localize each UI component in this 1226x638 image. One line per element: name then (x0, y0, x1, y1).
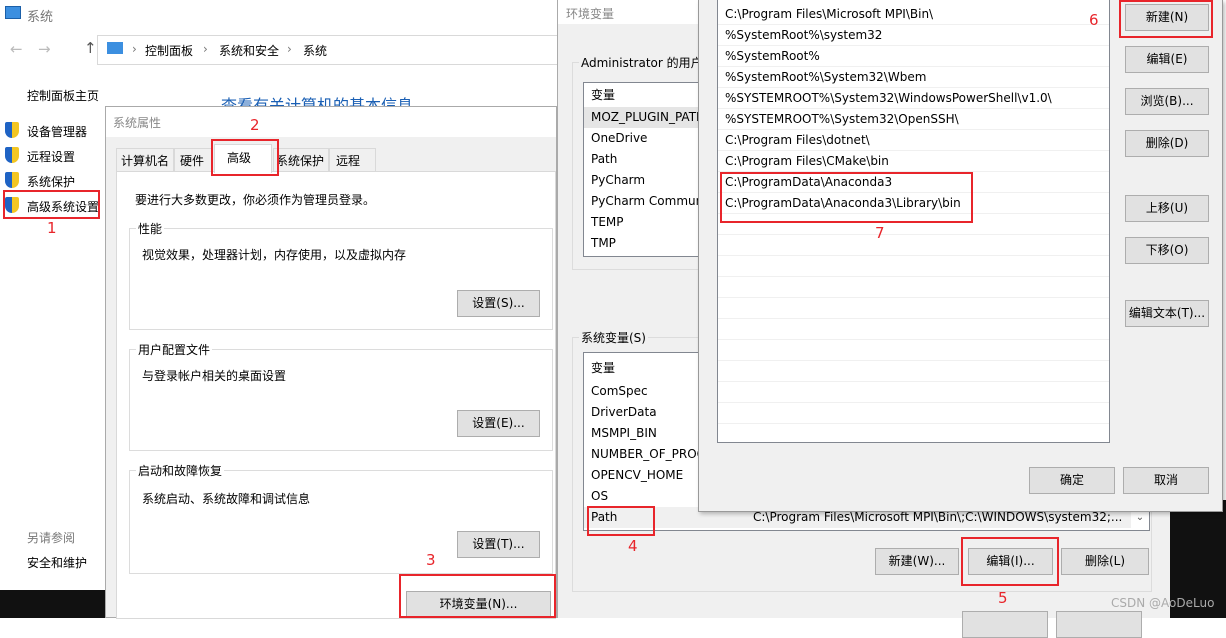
annotation-box-3 (399, 574, 556, 618)
delete-system-variable-button[interactable]: 删除(L) (1061, 548, 1149, 575)
group-label: Administrator 的用户变 (579, 54, 717, 71)
path-item[interactable]: %SYSTEMROOT%\System32\WindowsPowerShell\… (718, 88, 1109, 109)
shield-icon (5, 172, 19, 188)
group-label: 系统变量(S) (579, 329, 648, 346)
annotation-box-7 (720, 172, 973, 223)
chevron-icon: › (287, 42, 292, 56)
performance-group: 性能 视觉效果，处理器计划，内存使用，以及虚拟内存 设置(S)... (129, 220, 553, 330)
dialog-title: 环境变量 (566, 7, 615, 21)
startup-settings-button[interactable]: 设置(T)... (457, 531, 540, 558)
group-desc: 与登录帐户相关的桌面设置 (142, 369, 287, 383)
new-system-variable-button[interactable]: 新建(W)... (875, 548, 959, 575)
path-item[interactable]: %SYSTEMROOT%\System32\OpenSSH\ (718, 109, 1109, 130)
group-desc: 系统启动、系统故障和调试信息 (142, 492, 311, 506)
shield-icon (5, 122, 19, 138)
annotation-box-6 (1119, 0, 1213, 38)
edit-path-dialog: C:\Program Files\Microsoft MPI\Bin\ %Sys… (698, 0, 1223, 512)
empty-row (718, 361, 1109, 382)
empty-row (718, 235, 1109, 256)
cancel-button[interactable] (1056, 611, 1142, 638)
annotation-1: 1 (47, 219, 57, 237)
empty-row (718, 277, 1109, 298)
system-window-title: 系统 (27, 10, 54, 25)
annotation-box-2 (211, 139, 279, 176)
move-down-button[interactable]: 下移(O) (1125, 237, 1209, 264)
chevron-icon: › (203, 42, 208, 56)
annotation-7: 7 (875, 224, 885, 242)
see-also-label: 另请参阅 (27, 531, 76, 545)
profiles-settings-button[interactable]: 设置(E)... (457, 410, 540, 437)
chevron-icon: › (132, 42, 137, 56)
forward-button[interactable]: → (38, 40, 51, 58)
annotation-box-1 (3, 190, 100, 219)
startup-recovery-group: 启动和故障恢复 系统启动、系统故障和调试信息 设置(T)... (129, 462, 553, 574)
shield-icon (5, 147, 19, 163)
tab-computer-name[interactable]: 计算机名 (116, 148, 174, 172)
tab-hardware[interactable]: 硬件 (174, 148, 212, 172)
control-panel-home-link[interactable]: 控制面板主页 (27, 87, 99, 104)
path-item[interactable]: C:\Program Files\CMake\bin (718, 151, 1109, 172)
breadcrumb-item[interactable]: 系统和安全 (219, 42, 279, 59)
system-properties-dialog: 系统属性 计算机名 硬件 高级 系统保护 远程 要进行大多数更改，你必须作为管理… (105, 106, 557, 619)
watermark: CSDN @AoDeLuo (1111, 596, 1215, 610)
annotation-box-5 (961, 537, 1059, 586)
annotation-4: 4 (628, 537, 638, 555)
dialog-title: 系统属性 (113, 116, 162, 130)
move-up-button[interactable]: 上移(U) (1125, 195, 1209, 222)
ok-button[interactable]: 确定 (1029, 467, 1115, 494)
path-item[interactable]: %SystemRoot%\System32\Wbem (718, 67, 1109, 88)
empty-row (718, 256, 1109, 277)
cancel-button[interactable]: 取消 (1123, 467, 1209, 494)
user-profiles-group: 用户配置文件 与登录帐户相关的桌面设置 设置(E)... (129, 341, 553, 451)
sidebar-item-device-manager[interactable]: 设备管理器 (27, 123, 87, 140)
up-button[interactable]: ↑ (84, 39, 97, 57)
back-button[interactable]: ← (10, 40, 23, 58)
path-item[interactable]: C:\Program Files\dotnet\ (718, 130, 1109, 151)
breadcrumb-item[interactable]: 控制面板 (145, 42, 193, 59)
empty-row (718, 403, 1109, 424)
sidebar-item-protection[interactable]: 系统保护 (27, 173, 75, 190)
group-label: 启动和故障恢复 (136, 462, 225, 479)
empty-row (718, 382, 1109, 403)
group-label: 性能 (136, 220, 165, 237)
path-item[interactable]: %SystemRoot%\system32 (718, 25, 1109, 46)
tab-panel: 要进行大多数更改，你必须作为管理员登录。 性能 视觉效果，处理器计划，内存使用，… (116, 171, 556, 619)
group-label: 用户配置文件 (136, 341, 213, 358)
breadcrumb-item[interactable]: 系统 (303, 42, 327, 59)
breadcrumb[interactable]: 控制面板 › › 系统和安全 › 系统 (97, 35, 567, 65)
edit-path-button[interactable]: 编辑(E) (1125, 46, 1209, 73)
browse-button[interactable]: 浏览(B)... (1125, 88, 1209, 115)
path-item[interactable]: %SystemRoot% (718, 46, 1109, 67)
annotation-2: 2 (250, 116, 260, 134)
sidebar-item-remote[interactable]: 远程设置 (27, 148, 75, 165)
annotation-3: 3 (426, 551, 436, 569)
edit-text-button[interactable]: 编辑文本(T)... (1125, 300, 1209, 327)
computer-icon (107, 42, 123, 54)
tab-system-protection[interactable]: 系统保护 (273, 148, 329, 172)
annotation-5: 5 (998, 589, 1008, 607)
performance-settings-button[interactable]: 设置(S)... (457, 290, 540, 317)
empty-row (718, 298, 1109, 319)
system-window-icon (5, 6, 21, 19)
delete-path-button[interactable]: 删除(D) (1125, 130, 1209, 157)
taskbar-strip (0, 590, 105, 618)
security-link[interactable]: 安全和维护 (27, 554, 87, 571)
tab-remote[interactable]: 远程 (329, 148, 376, 172)
path-item[interactable]: C:\Program Files\Microsoft MPI\Bin\ (718, 4, 1109, 25)
group-desc: 视觉效果，处理器计划，内存使用，以及虚拟内存 (142, 248, 407, 262)
title-bar: 系统属性 (106, 107, 556, 137)
admin-note: 要进行大多数更改，你必须作为管理员登录。 (135, 193, 376, 207)
ok-button[interactable] (962, 611, 1048, 638)
annotation-6: 6 (1089, 11, 1099, 29)
empty-row (718, 319, 1109, 340)
empty-row (718, 340, 1109, 361)
annotation-box-4 (587, 506, 655, 536)
